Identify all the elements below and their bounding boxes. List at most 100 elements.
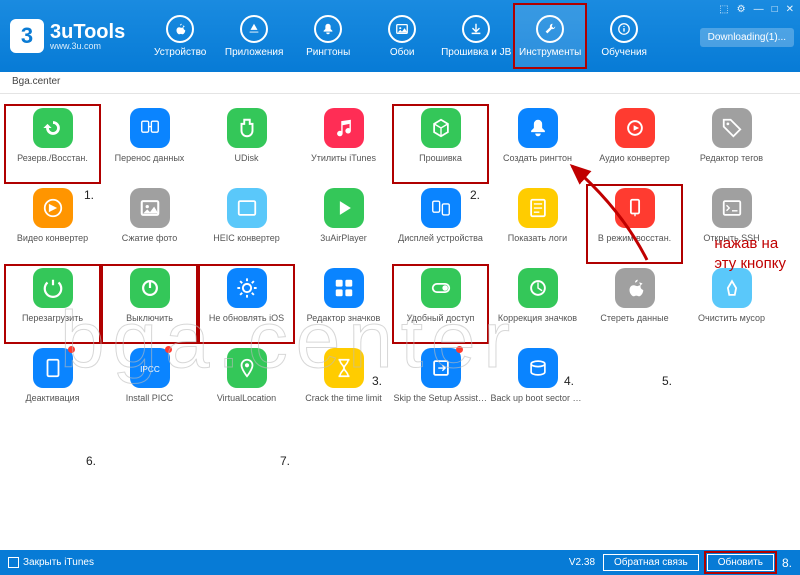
logo-url: www.3u.com bbox=[50, 42, 125, 51]
tool-label: Перезагрузить bbox=[22, 314, 83, 324]
audio-icon bbox=[615, 108, 655, 148]
tool-label: Прошивка bbox=[419, 154, 462, 164]
update-button[interactable]: Обновить bbox=[707, 554, 774, 571]
nav-device[interactable]: Устройство bbox=[143, 3, 217, 69]
tool-itunes-util[interactable]: Утилиты iTunes bbox=[295, 104, 392, 184]
tool-label: В режим восстан. bbox=[598, 234, 671, 244]
tool-label: Видео конвертер bbox=[17, 234, 88, 244]
tool-audio-conv[interactable]: Аудио конвертер bbox=[586, 104, 683, 184]
tool-iconedit[interactable]: Редактор значков bbox=[295, 264, 392, 344]
tshirt-icon[interactable]: ⬚ bbox=[719, 4, 728, 15]
tool-vloc[interactable]: VirtualLocation bbox=[198, 344, 295, 424]
tool-deactivate[interactable]: Деактивация bbox=[4, 344, 101, 424]
play-icon bbox=[324, 188, 364, 228]
pin-icon bbox=[227, 348, 267, 388]
downloading-button[interactable]: Downloading(1)... bbox=[700, 28, 794, 47]
main-nav: УстройствоПриложения Рингтоны ОбоиПрошивка… bbox=[143, 3, 661, 69]
tool-noupdate[interactable]: Не обновлять iOS bbox=[198, 264, 295, 344]
tool-easyaccess[interactable]: Удобный доступ bbox=[392, 264, 489, 344]
breadcrumb: Bga.center bbox=[0, 72, 800, 94]
tablet-icon bbox=[33, 348, 73, 388]
nav-wallpapers[interactable]: Обои bbox=[365, 3, 439, 69]
tool-label: Не обновлять iOS bbox=[209, 314, 284, 324]
tool-label: Skip the Setup Assistant bbox=[394, 394, 488, 404]
ipcc-icon: IPCC bbox=[130, 348, 170, 388]
feedback-button[interactable]: Обратная связь bbox=[603, 554, 699, 571]
iconedit-icon bbox=[324, 268, 364, 308]
toggle-icon bbox=[421, 268, 461, 308]
version-label: V2.38 bbox=[569, 557, 595, 568]
tool-compress[interactable]: Сжатие фото bbox=[101, 184, 198, 264]
tool-udisk[interactable]: UDisk bbox=[198, 104, 295, 184]
tool-heic[interactable]: HEIC конвертер bbox=[198, 184, 295, 264]
tool-label: UDisk bbox=[235, 154, 259, 164]
tool-label: Crack the time limit bbox=[305, 394, 382, 404]
tool-shutdown[interactable]: Выключить bbox=[101, 264, 198, 344]
tool-label: Back up boot sector dat bbox=[491, 394, 585, 404]
svg-text:IPCC: IPCC bbox=[140, 365, 160, 374]
tool-label: Выключить bbox=[126, 314, 173, 324]
tool-airplayer[interactable]: 3uAirPlayer bbox=[295, 184, 392, 264]
tool-ipcc[interactable]: IPCC Install PICC bbox=[101, 344, 198, 424]
tool-tag-editor[interactable]: Редактор тегов bbox=[683, 104, 780, 184]
bell-icon bbox=[314, 15, 342, 43]
video-icon bbox=[33, 188, 73, 228]
tool-erase[interactable]: Стереть данные bbox=[586, 264, 683, 344]
nav-apps[interactable]: Приложения bbox=[217, 3, 291, 69]
tool-label: Создать рингтон bbox=[503, 154, 572, 164]
annot-num-1: 1. bbox=[84, 188, 94, 202]
tool-skipsetup[interactable]: Skip the Setup Assistant bbox=[392, 344, 489, 424]
tool-label: Показать логи bbox=[508, 234, 567, 244]
maximize-icon[interactable]: □ bbox=[772, 4, 778, 15]
app-logo: 3 3uTools www.3u.com bbox=[0, 19, 139, 53]
recovery-icon bbox=[615, 188, 655, 228]
nav-label: Инструменты bbox=[519, 47, 581, 58]
tool-label: Install PICC bbox=[126, 394, 174, 404]
tool-label: Удобный доступ bbox=[407, 314, 475, 324]
tool-label: HEIC конвертер bbox=[213, 234, 280, 244]
gear-icon bbox=[227, 268, 267, 308]
nav-label: Рингтоны bbox=[306, 47, 350, 58]
annot-num-6: 6. bbox=[86, 454, 96, 468]
annot-num-8: 8. bbox=[782, 556, 792, 570]
tool-firmware[interactable]: Прошивка bbox=[392, 104, 489, 184]
annot-num-3: 3. bbox=[372, 374, 382, 388]
tool-label: Дисплей устройства bbox=[398, 234, 483, 244]
app-header: 3 3uTools www.3u.com УстройствоПриложени… bbox=[0, 0, 800, 72]
tool-ssh[interactable]: Открыть SSH bbox=[683, 184, 780, 264]
nav-tutorials[interactable]: Обучения bbox=[587, 3, 661, 69]
screens-icon bbox=[421, 188, 461, 228]
apple-icon bbox=[615, 268, 655, 308]
tool-label: Открыть SSH bbox=[703, 234, 759, 244]
tool-label: Деактивация bbox=[25, 394, 79, 404]
tool-label: Стереть данные bbox=[600, 314, 668, 324]
gear-icon[interactable]: ⚙ bbox=[737, 4, 746, 15]
close-icon[interactable]: ✕ bbox=[786, 4, 794, 15]
nav-ringtones[interactable]: Рингтоны bbox=[291, 3, 365, 69]
tool-reboot[interactable]: Перезагрузить bbox=[4, 264, 101, 344]
migrate-icon bbox=[130, 108, 170, 148]
tool-backup[interactable]: Резерв./Восстан. bbox=[4, 104, 101, 184]
down-icon bbox=[462, 15, 490, 43]
tool-recovery[interactable]: В режим восстан. bbox=[586, 184, 683, 264]
tool-logs[interactable]: Показать логи bbox=[489, 184, 586, 264]
tool-label: VirtualLocation bbox=[217, 394, 276, 404]
heic-icon bbox=[227, 188, 267, 228]
tag-icon bbox=[712, 108, 752, 148]
disk-icon bbox=[518, 348, 558, 388]
status-bar: Закрыть iTunes V2.38 Обратная связь Обно… bbox=[0, 550, 800, 575]
nav-flash[interactable]: Прошивка и JB bbox=[439, 3, 513, 69]
nav-tools[interactable]: Инструменты bbox=[513, 3, 587, 69]
tool-iconfix[interactable]: Коррекция значков bbox=[489, 264, 586, 344]
close-itunes-toggle[interactable]: Закрыть iTunes bbox=[8, 557, 94, 568]
content-area: Резерв./Восстан. Перенос данных UDisk Утили… bbox=[0, 94, 800, 550]
minimize-icon[interactable]: — bbox=[754, 4, 764, 15]
wrench-icon bbox=[536, 15, 564, 43]
tool-make-ringtone[interactable]: Создать рингтон bbox=[489, 104, 586, 184]
restore-icon bbox=[33, 108, 73, 148]
tool-label: Резерв./Восстан. bbox=[17, 154, 88, 164]
appstore-icon bbox=[240, 15, 268, 43]
tool-migrate[interactable]: Перенос данных bbox=[101, 104, 198, 184]
tool-clean[interactable]: Очистить мусор bbox=[683, 264, 780, 344]
music-icon bbox=[324, 108, 364, 148]
